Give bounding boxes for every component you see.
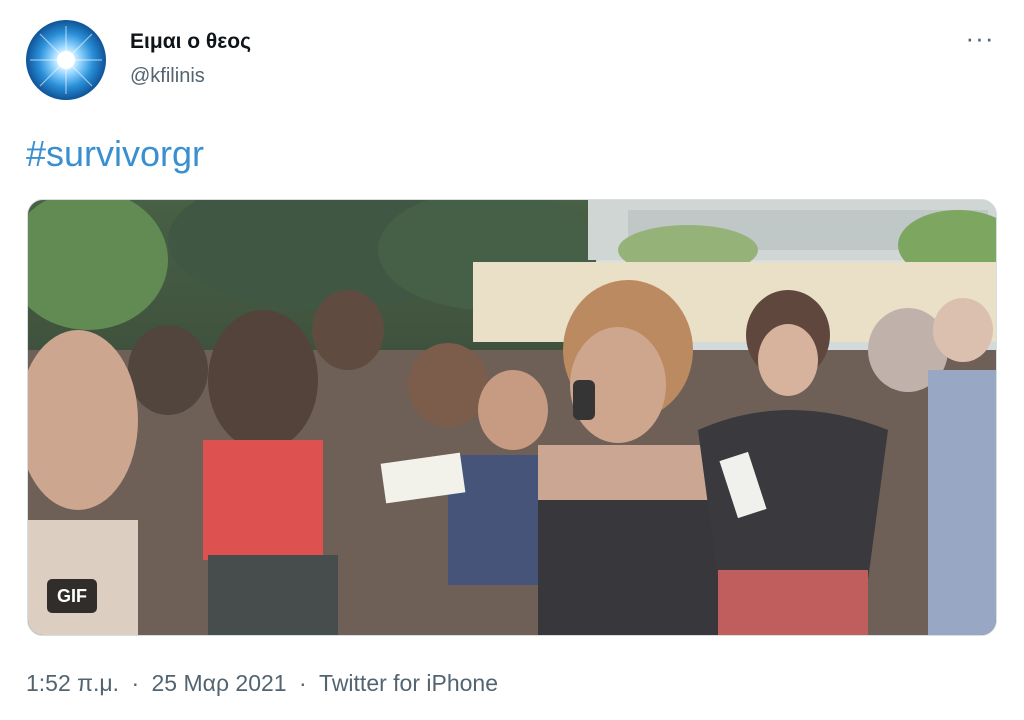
gif-badge: GIF	[47, 579, 97, 613]
avatar[interactable]	[26, 20, 106, 100]
gif-media[interactable]: GIF	[27, 199, 997, 636]
author-handle[interactable]: @kfilinis	[130, 65, 205, 88]
tweet-time[interactable]: 1:52 π.μ.	[26, 670, 119, 697]
tweet-date[interactable]: 25 Μαρ 2021	[152, 670, 287, 697]
tweet-card: Ειμαι ο θεος @kfilinis ··· #survivorgr G…	[0, 0, 1024, 720]
meta-separator: ·	[298, 670, 307, 696]
starburst-avatar-icon	[30, 26, 102, 94]
author-display-name[interactable]: Ειμαι ο θεος	[130, 30, 251, 54]
hashtag-link[interactable]: #survivorgr	[26, 133, 204, 175]
tweet-source[interactable]: Twitter for iPhone	[319, 670, 498, 697]
meta-separator: ·	[131, 670, 140, 696]
protest-video-frame	[28, 200, 996, 635]
more-options-icon[interactable]: ···	[958, 25, 1002, 54]
tweet-meta: 1:52 π.μ. · 25 Μαρ 2021 · Twitter for iP…	[26, 670, 498, 697]
